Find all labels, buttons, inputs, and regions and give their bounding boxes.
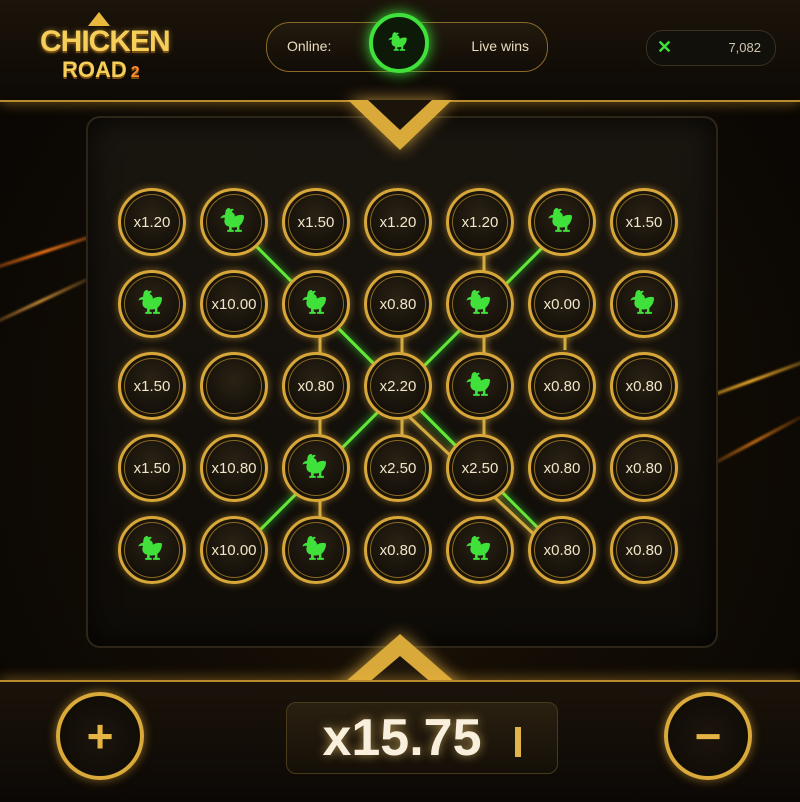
- multiplier-value: x1.20: [379, 213, 417, 231]
- chicken-icon: [220, 207, 244, 232]
- multiplier-cell[interactable]: [200, 352, 268, 420]
- multiplier-cell[interactable]: x2.50: [446, 434, 514, 502]
- multiplier-cell[interactable]: x1.50: [282, 188, 350, 256]
- chicken-cell[interactable]: [610, 270, 678, 338]
- multiplier-value: x1.50: [625, 213, 663, 231]
- multiplier-cell[interactable]: x0.80: [364, 516, 432, 584]
- multiplier-value: x1.50: [297, 213, 335, 231]
- multiplier-cell[interactable]: x0.00: [528, 270, 596, 338]
- multiplier-cell[interactable]: x0.80: [610, 516, 678, 584]
- multiplier-cell[interactable]: x10.00: [200, 270, 268, 338]
- multiplier-value: x2.50: [379, 459, 417, 477]
- multiplier-cell[interactable]: x2.50: [364, 434, 432, 502]
- multiplier-value: x0.80: [625, 459, 663, 477]
- multiplier-value: x0.80: [543, 541, 581, 559]
- multiplier-bar: [515, 727, 521, 757]
- multiplier-cell[interactable]: x0.80: [528, 516, 596, 584]
- multiplier-value: x1.20: [461, 213, 499, 231]
- multiplier-cell[interactable]: x1.20: [364, 188, 432, 256]
- multiplier-value: x0.00: [543, 295, 581, 313]
- chicken-icon: [548, 207, 572, 232]
- chicken-icon: [466, 371, 490, 396]
- chicken-icon: [302, 289, 326, 314]
- multiplier-value: x10.00: [211, 541, 257, 559]
- chicken-icon: [138, 535, 162, 560]
- multiplier-value: x1.50: [133, 377, 171, 395]
- minus-button[interactable]: −: [664, 692, 752, 780]
- multiplier-cell[interactable]: x10.80: [200, 434, 268, 502]
- chicken-icon: [630, 289, 654, 314]
- multiplier-value: x0.80: [297, 377, 335, 395]
- multiplier-cell[interactable]: x0.80: [364, 270, 432, 338]
- multiplier-value: x0.80: [379, 541, 417, 559]
- chicken-cell[interactable]: [118, 516, 186, 584]
- chicken-cell[interactable]: [446, 516, 514, 584]
- chicken-cell[interactable]: [446, 352, 514, 420]
- multiplier-cell[interactable]: x1.50: [118, 352, 186, 420]
- total-multiplier: x15.75: [322, 709, 482, 767]
- multiplier-cell[interactable]: x0.80: [528, 434, 596, 502]
- multiplier-cell[interactable]: x10.00: [200, 516, 268, 584]
- multiplier-value: x0.80: [543, 377, 581, 395]
- chicken-cell[interactable]: [282, 516, 350, 584]
- chicken-cell[interactable]: [118, 270, 186, 338]
- multiplier-cell[interactable]: x2.20: [364, 352, 432, 420]
- multiplier-cell[interactable]: x1.50: [118, 434, 186, 502]
- multiplier-value: x2.50: [461, 459, 499, 477]
- multiplier-value: x1.50: [133, 459, 171, 477]
- multiplier-cell[interactable]: x0.80: [282, 352, 350, 420]
- multiplier-cell[interactable]: x0.80: [610, 434, 678, 502]
- multiplier-value: x0.80: [379, 295, 417, 313]
- chicken-cell[interactable]: [446, 270, 514, 338]
- multiplier-display: x15.75: [286, 702, 558, 774]
- chicken-icon: [302, 453, 326, 478]
- multiplier-value: x0.80: [625, 541, 663, 559]
- chicken-icon: [466, 535, 490, 560]
- chicken-cell[interactable]: [282, 434, 350, 502]
- chicken-cell[interactable]: [528, 188, 596, 256]
- chicken-icon: [466, 289, 490, 314]
- chicken-cell[interactable]: [200, 188, 268, 256]
- multiplier-value: x0.80: [543, 459, 581, 477]
- chicken-icon: [302, 535, 326, 560]
- multiplier-cell[interactable]: x0.80: [610, 352, 678, 420]
- multiplier-value: x0.80: [625, 377, 663, 395]
- multiplier-cell[interactable]: x1.50: [610, 188, 678, 256]
- multiplier-cell[interactable]: x1.20: [118, 188, 186, 256]
- multiplier-cell[interactable]: x0.80: [528, 352, 596, 420]
- chicken-cell[interactable]: [282, 270, 350, 338]
- multiplier-value: x10.80: [211, 459, 257, 477]
- multiplier-cell[interactable]: x1.20: [446, 188, 514, 256]
- multiplier-value: x10.00: [211, 295, 257, 313]
- multiplier-value: x2.20: [379, 377, 417, 395]
- plus-button[interactable]: +: [56, 692, 144, 780]
- chicken-icon: [138, 289, 162, 314]
- multiplier-value: x1.20: [133, 213, 171, 231]
